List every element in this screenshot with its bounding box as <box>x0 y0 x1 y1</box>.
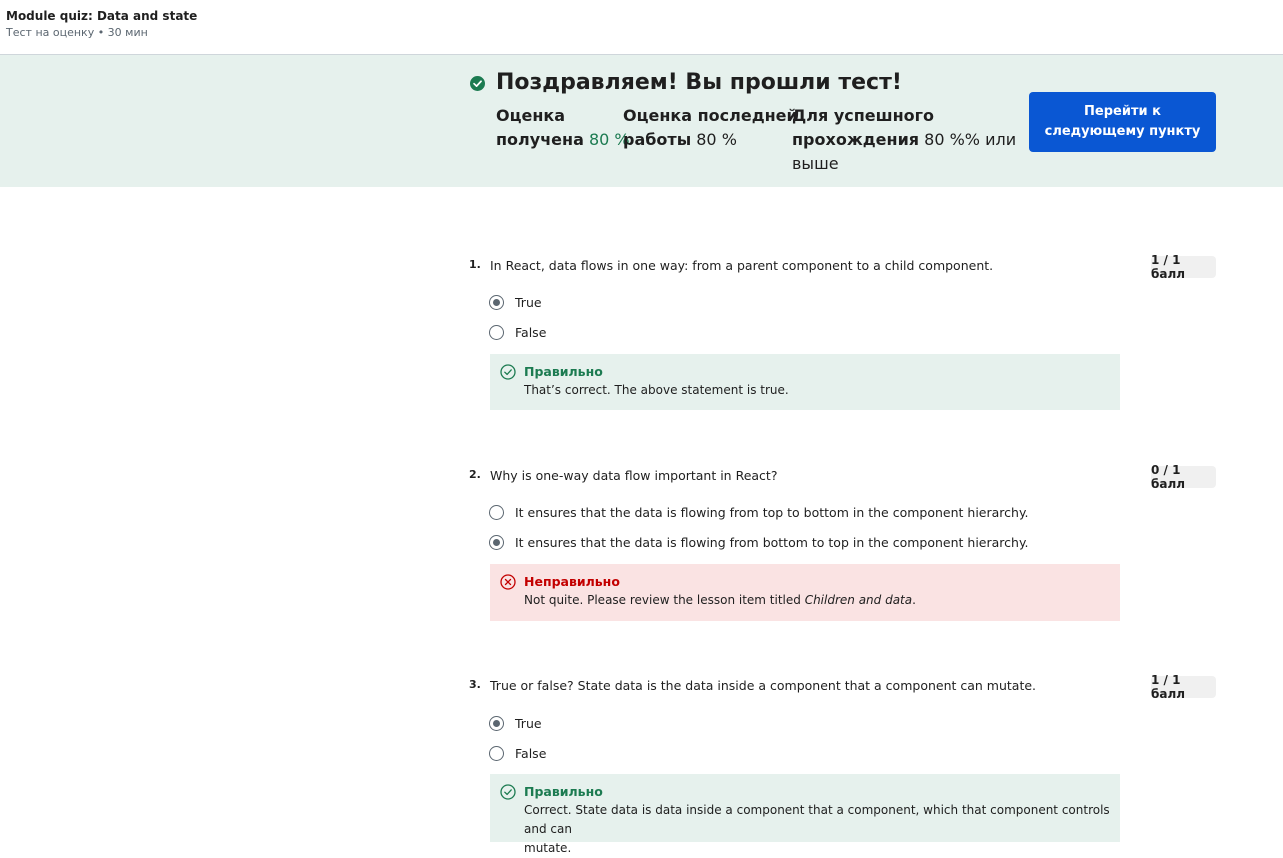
feedback-text-line1: Correct. State data is data inside a com… <box>524 803 1110 836</box>
passing-grade-label2: прохождения <box>792 130 920 149</box>
passing-grade-label3: выше <box>792 154 839 173</box>
check-circle-icon <box>500 364 516 380</box>
quiz-subtitle: Тест на оценку • 30 мин <box>6 26 148 39</box>
answer-label: It ensures that the data is flowing from… <box>515 505 1029 520</box>
next-button-line1: Перейти к <box>1084 104 1161 119</box>
last-attempt-label1: Оценка последней <box>623 106 798 125</box>
feedback-text-line2: mutate. <box>524 841 572 855</box>
answer-option[interactable]: It ensures that the data is flowing from… <box>489 535 1029 550</box>
radio-unselected[interactable] <box>489 505 504 520</box>
question-score: 1 / 1 балл <box>1151 673 1216 701</box>
radio-selected[interactable] <box>489 716 504 731</box>
feedback-title: Неправильно <box>524 574 620 589</box>
last-attempt-label2: работы <box>623 130 692 149</box>
feedback-correct: Правильно Correct. State data is data in… <box>490 774 1120 855</box>
radio-selected[interactable] <box>489 295 504 310</box>
question-number: 3. <box>469 678 481 691</box>
radio-selected[interactable] <box>489 535 504 550</box>
answer-option[interactable]: False <box>489 325 546 340</box>
feedback-title: Правильно <box>524 784 603 799</box>
grade-received-label2: получена <box>496 130 584 149</box>
answer-label: False <box>515 325 547 340</box>
question-number: 2. <box>469 468 481 481</box>
grade-received: Оценка получена 80 % <box>496 104 630 152</box>
passing-grade-label1: Для успешного <box>792 106 935 125</box>
check-circle-icon <box>500 784 516 800</box>
feedback-text: Correct. State data is data inside a com… <box>524 801 1110 858</box>
feedback-incorrect: Неправильно Not quite. Please review the… <box>490 564 1120 621</box>
feedback-title: Правильно <box>524 364 603 379</box>
next-item-button[interactable]: Перейти к следующему пункту <box>1029 92 1216 152</box>
radio-unselected[interactable] <box>489 746 504 761</box>
answer-option[interactable]: True <box>489 295 542 310</box>
last-attempt-grade: Оценка последней работы 80 % <box>623 104 798 152</box>
answer-option[interactable]: It ensures that the data is flowing from… <box>489 505 1029 520</box>
x-circle-icon <box>500 574 516 590</box>
question-text: True or false? State data is the data in… <box>490 678 1037 693</box>
passing-grade: Для успешного прохождения 80 %% или выше <box>792 104 1016 176</box>
passed-check-icon <box>470 76 485 91</box>
answer-label: It ensures that the data is flowing from… <box>515 535 1029 550</box>
feedback-correct: Правильно That’s correct. The above stat… <box>490 354 1120 410</box>
feedback-text: Not quite. Please review the lesson item… <box>524 591 1110 610</box>
answer-option[interactable]: True <box>489 716 542 731</box>
answer-label: False <box>515 746 547 761</box>
last-attempt-value: 80 % <box>696 130 737 149</box>
question-text: In React, data flows in one way: from a … <box>490 258 994 273</box>
next-button-line2: следующему пункту <box>1044 124 1201 139</box>
quiz-title: Module quiz: Data and state <box>6 9 198 23</box>
lesson-title: Children and data <box>804 593 913 607</box>
radio-unselected[interactable] <box>489 325 504 340</box>
answer-label: True <box>515 716 542 731</box>
question-score: 0 / 1 балл <box>1151 463 1216 491</box>
feedback-text: That’s correct. The above statement is t… <box>524 383 789 397</box>
question-score: 1 / 1 балл <box>1151 253 1216 281</box>
question-text: Why is one-way data flow important in Re… <box>490 468 778 483</box>
result-headline: Поздравляем! Вы прошли тест! <box>496 70 902 95</box>
top-bar: Module quiz: Data and state Тест на оцен… <box>0 0 1283 55</box>
grade-received-label1: Оценка <box>496 106 566 125</box>
answer-label: True <box>515 295 542 310</box>
answer-option[interactable]: False <box>489 746 546 761</box>
feedback-text-main: Not quite. Please review the lesson item… <box>524 593 805 607</box>
passing-grade-value: 80 %% или <box>924 130 1017 149</box>
feedback-text-end: . <box>912 593 916 607</box>
question-number: 1. <box>469 258 481 271</box>
